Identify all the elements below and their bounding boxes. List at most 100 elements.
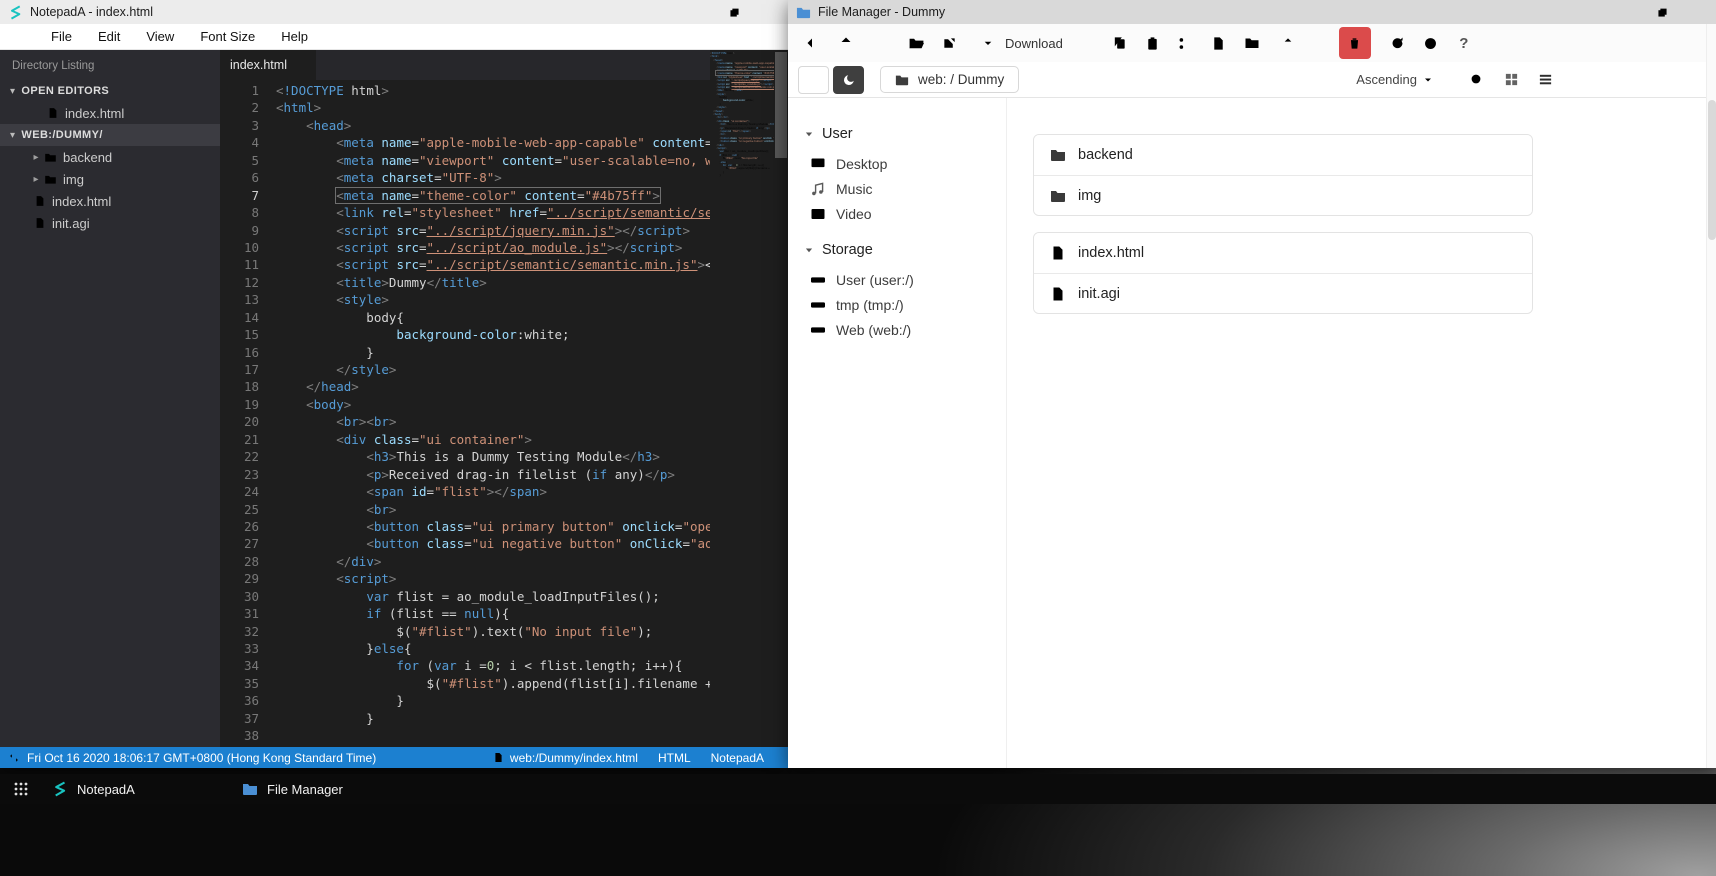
notepada-logo-icon — [55, 781, 66, 797]
search-icon — [1471, 74, 1483, 86]
copy-button[interactable] — [1105, 27, 1135, 59]
editor-scrollbar[interactable] — [774, 50, 788, 747]
menu-edit[interactable]: Edit — [85, 29, 133, 44]
folder-group: backend img — [1033, 134, 1533, 216]
restore-button[interactable] — [716, 0, 752, 24]
filemanager-scrollbar[interactable] — [1706, 24, 1716, 768]
chevron-down-icon — [1425, 78, 1431, 81]
file-row-index-html[interactable]: index.html — [1034, 233, 1532, 273]
grid-view-button[interactable] — [1498, 67, 1524, 93]
up-button[interactable] — [831, 27, 861, 59]
sidebar-item-video[interactable]: Video — [804, 202, 1006, 226]
back-button[interactable] — [798, 27, 828, 59]
sort-order-dropdown[interactable]: Ascending — [1356, 72, 1434, 87]
filemanager-titlebar[interactable]: File Manager - Dummy — [788, 0, 1716, 24]
file-row-img[interactable]: img — [1034, 175, 1532, 215]
statusbar-appname: NotepadA — [710, 750, 764, 765]
notepada-titlebar[interactable]: NotepadA - index.html — [0, 0, 788, 24]
scrollbar-thumb[interactable] — [775, 52, 787, 158]
line-number: 20 — [243, 414, 259, 430]
download-button[interactable]: Download — [970, 27, 1077, 59]
menu-view[interactable]: View — [133, 29, 187, 44]
menu-help[interactable]: Help — [268, 29, 321, 44]
line-number: 5 — [251, 152, 259, 168]
minimize-button[interactable] — [1608, 0, 1644, 24]
hdd-icon — [811, 277, 825, 283]
line-number: 35 — [243, 675, 259, 691]
line-number: 6 — [251, 170, 259, 186]
sidebar-item-user-drive[interactable]: User (user:/) — [804, 268, 1006, 292]
scrollbar-thumb[interactable] — [1708, 100, 1716, 240]
window-title: NotepadA - index.html — [30, 5, 153, 19]
delete-button[interactable] — [1338, 27, 1371, 59]
sidebar-section-user[interactable]: User — [804, 124, 1006, 144]
taskbar-item-notepada[interactable]: NotepadA — [42, 774, 232, 804]
new-file-button[interactable] — [1204, 27, 1234, 59]
line-number: 9 — [251, 222, 259, 238]
tree-item-img[interactable]: ▸ img — [0, 168, 220, 190]
sidebar-section-storage[interactable]: Storage — [804, 240, 1006, 260]
minimap[interactable]: <!DOCTYPE html> <html> <head> <meta name=… — [710, 50, 774, 747]
open-editors-header[interactable]: ▾ OPEN EDITORS — [0, 80, 220, 102]
upload-button[interactable] — [1273, 27, 1303, 59]
hamburger-icon — [808, 76, 819, 83]
search-button[interactable] — [1464, 67, 1490, 93]
refresh-button[interactable] — [1383, 27, 1413, 59]
sync-icon — [10, 753, 18, 762]
help-button[interactable]: ? — [1449, 27, 1479, 59]
editor-pane: index.html 1 2 3 4 5 6 7 8 9 10 11 12 13 14 15 16 17 18 19… — [220, 50, 788, 747]
breadcrumb[interactable]: web: / Dummy — [880, 66, 1020, 93]
open-in-new-window-button[interactable] — [934, 27, 964, 59]
arrow-left-icon — [807, 38, 819, 48]
folder-solid-icon — [1051, 190, 1065, 202]
tree-item-index-html[interactable]: index.html — [0, 190, 220, 212]
film-icon — [811, 209, 825, 219]
paste-button[interactable] — [1138, 27, 1168, 59]
open-button[interactable] — [901, 27, 931, 59]
file-explorer-sidebar: Directory Listing ▾ OPEN EDITORS index.h… — [0, 50, 220, 747]
file-row-init-agi[interactable]: init.agi — [1034, 273, 1532, 313]
sidebar-item-tmp-drive[interactable]: tmp (tmp:/) — [804, 293, 1006, 317]
sidebar-item-desktop[interactable]: Desktop — [804, 152, 1006, 176]
sidebar-item-web-drive[interactable]: Web (web:/) — [804, 318, 1006, 342]
sidebar-title: Directory Listing — [12, 60, 95, 72]
navigation-bar: web: / Dummy Ascending — [788, 62, 1716, 98]
app-drawer-button[interactable] — [0, 774, 42, 804]
menu-button[interactable] — [798, 65, 829, 94]
minimize-button[interactable] — [680, 0, 716, 24]
cut-button[interactable] — [1171, 27, 1201, 59]
menu-file[interactable]: File — [38, 29, 85, 44]
line-number: 29 — [243, 571, 259, 587]
taskbar-item-filemanager[interactable]: File Manager — [232, 774, 422, 804]
line-number: 36 — [243, 693, 259, 709]
sidebar-item-music[interactable]: Music — [804, 177, 1006, 201]
close-icon[interactable] — [30, 108, 41, 119]
folder-icon — [243, 784, 257, 795]
tab-index-html[interactable]: index.html — [220, 50, 316, 80]
list-view-button[interactable] — [1532, 67, 1558, 93]
file-row-backend[interactable]: backend — [1034, 135, 1532, 175]
open-editor-item[interactable]: index.html — [0, 102, 220, 124]
close-button[interactable] — [1680, 0, 1716, 24]
file-code-icon — [1053, 246, 1063, 260]
restore-button[interactable] — [1644, 0, 1680, 24]
file-icon — [36, 218, 44, 228]
tree-item-init-agi[interactable]: init.agi — [0, 212, 220, 234]
rename-button[interactable] — [1306, 27, 1336, 59]
caret-down-icon — [805, 248, 813, 253]
file-icon — [1214, 36, 1224, 50]
properties-button[interactable] — [1416, 27, 1446, 59]
notepada-app-icon — [10, 5, 21, 19]
close-icon[interactable] — [296, 60, 306, 70]
close-button[interactable] — [752, 0, 788, 24]
menu-font-size[interactable]: Font Size — [187, 29, 268, 44]
chevron-down-icon: ▾ — [10, 85, 16, 97]
new-folder-button[interactable] — [1237, 27, 1267, 59]
grid-icon — [1505, 73, 1517, 86]
folder-solid-icon — [1051, 150, 1065, 161]
line-number: 30 — [243, 588, 259, 604]
line-number: 37 — [243, 710, 259, 726]
workspace-root-header[interactable]: ▾ WEB:/DUMMY/ — [0, 124, 220, 146]
tree-item-backend[interactable]: ▸ backend — [0, 146, 220, 168]
dark-mode-toggle[interactable] — [833, 65, 864, 94]
